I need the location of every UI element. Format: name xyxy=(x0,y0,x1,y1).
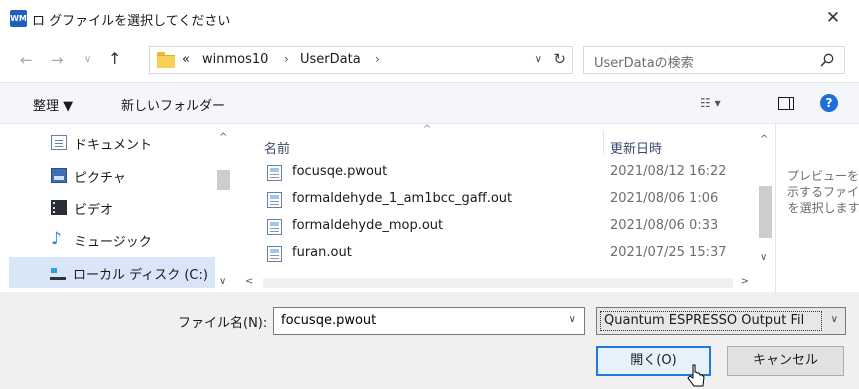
file-name: formaldehyde_1_am1bcc_gaff.out xyxy=(292,191,513,206)
preview-message: プレビューを表示するファイルを選択します。 xyxy=(786,169,859,215)
filename-input[interactable] xyxy=(281,313,541,328)
file-row[interactable]: furan.out 2021/07/25 15:37 xyxy=(259,242,759,266)
breadcrumb-separator[interactable]: › xyxy=(375,52,380,66)
sort-indicator-icon: ^ xyxy=(423,124,432,135)
file-list: ^ 名前 更新日時 focusqe.pwout 2021/08/12 16:22… xyxy=(237,124,775,292)
file-list-horizontal-scrollbar[interactable]: < > xyxy=(237,274,757,292)
file-icon xyxy=(267,246,282,262)
file-row[interactable]: formaldehyde_1_am1bcc_gaff.out 2021/08/0… xyxy=(259,188,759,212)
close-button[interactable]: ✕ xyxy=(821,6,845,30)
forward-button[interactable]: → xyxy=(51,51,64,69)
filetype-focus-box: Quantum ESPRESSO Output Fil xyxy=(600,311,822,331)
search-placeholder[interactable]: UserDataの検索 xyxy=(594,52,694,71)
column-header-date[interactable]: 更新日時 xyxy=(610,138,662,157)
command-bar: 整理 ▼ 新しいフォルダー ☷ ▾ ? xyxy=(0,82,859,124)
sidebar-item-label: ピクチャ xyxy=(74,171,126,186)
mouse-cursor-icon xyxy=(687,364,705,387)
file-row[interactable]: focusqe.pwout 2021/08/12 16:22 xyxy=(259,161,759,185)
column-header: ^ 名前 更新日時 xyxy=(237,124,757,157)
dialog-footer: ファイル名(N): ∨ Quantum ESPRESSO Output Fil … xyxy=(0,292,859,389)
scroll-down-icon[interactable]: ∨ xyxy=(760,252,767,263)
scroll-right-icon[interactable]: > xyxy=(741,276,749,287)
sidebar-item-local-disk[interactable]: ローカル ディスク (C:) xyxy=(9,257,215,288)
organize-button[interactable]: 整理 ▼ xyxy=(33,95,73,114)
breadcrumb-winmos10[interactable]: winmos10 xyxy=(202,52,268,67)
scroll-down-icon[interactable]: ∨ xyxy=(219,276,226,287)
breadcrumb-overflow[interactable]: « xyxy=(182,52,190,67)
file-name: focusqe.pwout xyxy=(292,164,388,179)
change-view-icon[interactable]: ☷ ▾ xyxy=(700,96,721,110)
sidebar-item-videos[interactable]: ビデオ xyxy=(10,192,215,223)
scrollbar-thumb[interactable] xyxy=(759,186,772,238)
preview-pane: プレビューを表示するファイルを選択します。 xyxy=(775,124,859,292)
file-date: 2021/08/12 16:22 xyxy=(610,164,727,179)
title-bar: WM ロ グファイルを選択してください ✕ xyxy=(0,0,859,38)
filename-label: ファイル名(N): xyxy=(178,316,268,331)
search-icon[interactable] xyxy=(820,53,834,67)
file-icon xyxy=(267,192,282,208)
filetype-value: Quantum ESPRESSO Output Fil xyxy=(604,313,805,328)
column-header-name[interactable]: 名前 xyxy=(264,138,290,157)
address-bar[interactable]: « winmos10 › UserData › ∨ ↻ xyxy=(149,46,573,74)
up-button[interactable]: ↑ xyxy=(108,49,121,68)
file-name: formaldehyde_mop.out xyxy=(292,218,444,233)
music-icon: ♪ xyxy=(51,229,62,249)
help-icon[interactable]: ? xyxy=(820,94,838,112)
sidebar-item-label: ローカル ディスク (C:) xyxy=(73,268,208,283)
cancel-button[interactable]: キャンセル xyxy=(727,346,844,376)
breadcrumb-separator[interactable]: › xyxy=(284,52,289,66)
folder-icon xyxy=(157,52,175,68)
address-dropdown-icon[interactable]: ∨ xyxy=(535,54,542,65)
search-box[interactable]: UserDataの検索 xyxy=(583,46,845,74)
navigation-bar: ← → ∨ ↑ « winmos10 › UserData › ∨ ↻ User… xyxy=(0,38,859,82)
file-name: furan.out xyxy=(292,245,352,260)
window-title: ロ グファイルを選択してください xyxy=(32,14,231,29)
file-row[interactable]: formaldehyde_mop.out 2021/08/06 0:33 xyxy=(259,215,759,239)
videos-icon xyxy=(51,200,67,215)
sidebar-item-pictures[interactable]: ピクチャ xyxy=(10,160,215,191)
filetype-select[interactable]: Quantum ESPRESSO Output Fil ∨ xyxy=(596,307,846,335)
new-folder-button[interactable]: 新しいフォルダー xyxy=(121,95,225,114)
navigation-pane: ドキュメント ピクチャ ビデオ ♪ ミュージック ローカル ディスク (C:) … xyxy=(0,124,237,292)
scroll-left-icon[interactable]: < xyxy=(245,276,253,287)
scrollbar-thumb[interactable] xyxy=(217,170,230,190)
column-divider[interactable] xyxy=(603,130,604,154)
sidebar-item-label: ミュージック xyxy=(74,235,152,250)
sidebar-item-music[interactable]: ♪ ミュージック xyxy=(10,224,215,255)
navigation-pane-scrollbar[interactable]: ^ ∨ xyxy=(215,124,232,292)
file-date: 2021/07/25 15:37 xyxy=(610,245,727,260)
back-button[interactable]: ← xyxy=(20,51,33,69)
sidebar-item-documents[interactable]: ドキュメント xyxy=(10,127,215,158)
file-list-vertical-scrollbar[interactable]: ^ ∨ xyxy=(757,124,774,274)
documents-icon xyxy=(51,135,67,150)
filename-dropdown-icon[interactable]: ∨ xyxy=(569,314,576,325)
filetype-dropdown-icon[interactable]: ∨ xyxy=(831,314,838,325)
sidebar-item-label: ドキュメント xyxy=(74,138,153,153)
scroll-up-icon[interactable]: ^ xyxy=(760,134,768,145)
file-icon xyxy=(267,219,282,235)
preview-pane-icon[interactable] xyxy=(778,97,794,110)
file-date: 2021/08/06 1:06 xyxy=(610,191,719,206)
file-date: 2021/08/06 0:33 xyxy=(610,218,719,233)
scrollbar-thumb[interactable] xyxy=(263,278,733,288)
filename-combobox[interactable]: ∨ xyxy=(273,307,585,335)
pictures-icon xyxy=(51,168,67,183)
file-icon xyxy=(267,165,282,181)
sidebar-item-label: ビデオ xyxy=(74,203,114,218)
app-icon: WM xyxy=(10,10,27,27)
scroll-up-icon[interactable]: ^ xyxy=(219,132,227,143)
breadcrumb-userdata[interactable]: UserData xyxy=(300,52,361,67)
local-disk-icon xyxy=(50,265,66,280)
refresh-icon[interactable]: ↻ xyxy=(553,50,566,68)
recent-locations-button[interactable]: ∨ xyxy=(84,54,91,65)
